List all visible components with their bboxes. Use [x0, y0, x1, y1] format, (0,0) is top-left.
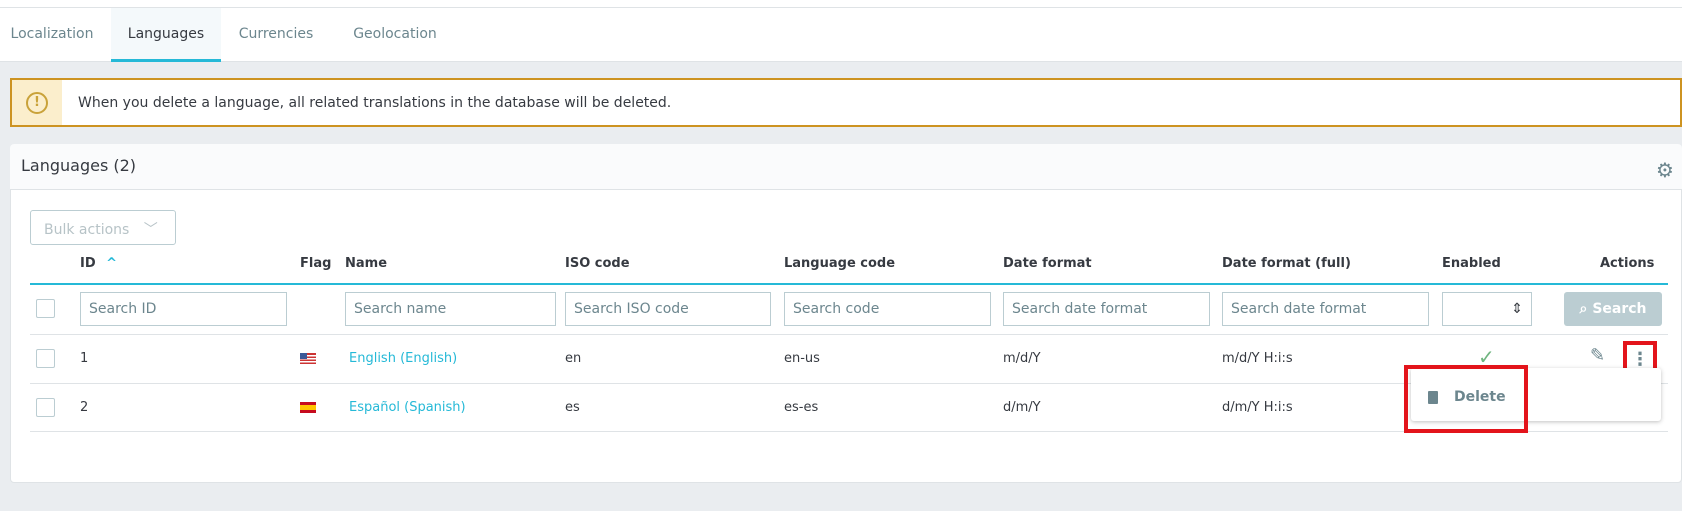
row-divider — [30, 334, 1668, 335]
search-name-input[interactable]: Search name — [345, 292, 556, 326]
column-header-id[interactable]: ID ^ — [80, 256, 117, 271]
cell-date: m/d/Y — [1003, 351, 1041, 366]
bulk-actions-button[interactable]: Bulk actions ﹀ — [30, 210, 176, 245]
us-flag-icon — [300, 353, 316, 364]
tab-currencies[interactable]: Currencies — [226, 8, 326, 62]
cell-iso: es — [565, 400, 580, 415]
row-checkbox[interactable] — [36, 349, 55, 368]
search-button[interactable]: ⌕ Search — [1564, 292, 1662, 326]
search-iso-input[interactable]: Search ISO code — [565, 292, 771, 326]
cell-date: d/m/Y — [1003, 400, 1041, 415]
column-header-date-format[interactable]: Date format — [1003, 256, 1092, 271]
bulk-actions-label: Bulk actions — [44, 222, 130, 238]
gear-icon[interactable]: ⚙ — [1656, 158, 1674, 182]
tab-localization[interactable]: Localization — [0, 8, 104, 62]
tab-bar: Localization Languages Currencies Geoloc… — [0, 8, 1682, 62]
search-date-full-input[interactable]: Search date format — [1222, 292, 1429, 326]
search-id-input[interactable]: Search ID — [80, 292, 287, 326]
cell-iso: en — [565, 351, 582, 366]
delete-label: Delete — [1454, 389, 1506, 405]
cell-code: en-us — [784, 351, 820, 366]
language-name-link[interactable]: English (English) — [349, 351, 457, 366]
cell-date-full: m/d/Y H:i:s — [1222, 351, 1293, 366]
search-date-input[interactable]: Search date format — [1003, 292, 1210, 326]
column-header-language-code[interactable]: Language code — [784, 256, 895, 271]
tab-languages[interactable]: Languages — [111, 8, 221, 62]
cell-code: es-es — [784, 400, 819, 415]
column-header-enabled[interactable]: Enabled — [1442, 256, 1501, 271]
tab-geolocation[interactable]: Geolocation — [340, 8, 450, 62]
row-checkbox[interactable] — [36, 398, 55, 417]
search-code-input[interactable]: Search code — [784, 292, 991, 326]
column-header-iso[interactable]: ISO code — [565, 256, 630, 271]
warning-alert: ! When you delete a language, all relate… — [10, 78, 1682, 127]
warning-circle-icon: ! — [26, 91, 48, 114]
cell-id: 1 — [80, 351, 89, 366]
delete-menu-item[interactable]: Delete — [1428, 389, 1506, 405]
header-divider — [30, 283, 1668, 285]
sort-asc-icon: ^ — [106, 256, 118, 271]
search-icon: ⌕ — [1579, 301, 1588, 317]
trash-icon — [1428, 390, 1438, 404]
top-border — [0, 0, 1682, 8]
es-flag-icon — [300, 402, 316, 413]
card-title: Languages (2) — [21, 156, 137, 175]
enabled-select[interactable]: ⇕ — [1442, 292, 1532, 326]
column-header-name[interactable]: Name — [345, 256, 387, 271]
column-header-actions: Actions — [1600, 256, 1655, 271]
edit-pencil-icon[interactable]: ✎ — [1590, 345, 1605, 366]
alert-message: When you delete a language, all related … — [78, 94, 672, 111]
select-all-checkbox[interactable] — [36, 299, 55, 318]
chevron-down-icon: ﹀ — [143, 222, 158, 238]
language-name-link[interactable]: Español (Spanish) — [349, 400, 466, 415]
cell-id: 2 — [80, 400, 89, 415]
card-header — [10, 144, 1682, 190]
column-header-flag: Flag — [300, 256, 332, 271]
kebab-menu-icon: ⋮ — [1631, 348, 1649, 370]
column-header-date-format-full[interactable]: Date format (full) — [1222, 256, 1351, 271]
cell-date-full: d/m/Y H:i:s — [1222, 400, 1293, 415]
